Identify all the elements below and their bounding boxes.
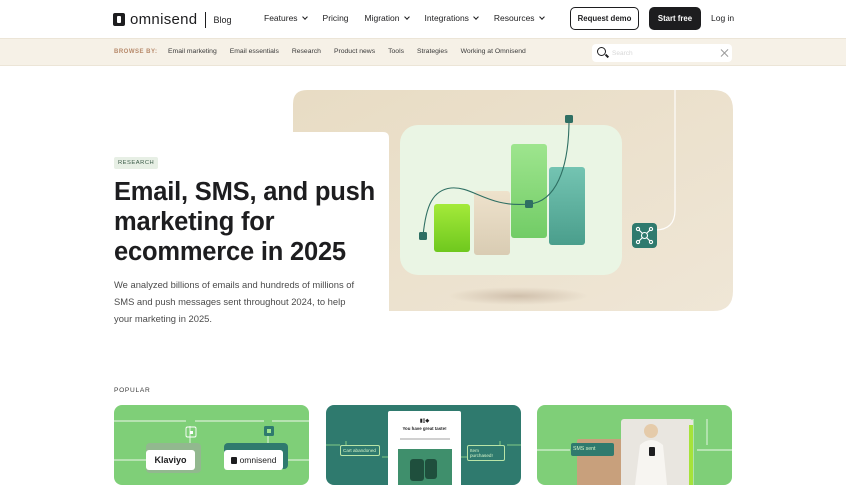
- logo[interactable]: omnisend Blog: [113, 11, 231, 28]
- nav-resources[interactable]: Resources: [493, 13, 545, 23]
- browse-bar: BROWSE BY: Email marketing Email essenti…: [0, 38, 846, 66]
- nav-pricing[interactable]: Pricing: [323, 13, 349, 23]
- search-input[interactable]: [612, 47, 712, 59]
- browse-link-product-news[interactable]: Product news: [334, 48, 375, 55]
- svg-text:▮▯◆: ▮▯◆: [420, 418, 430, 424]
- omnisend-badge: omnisend: [224, 450, 283, 470]
- nav-label: Features: [264, 13, 298, 23]
- omnisend-logo-icon: [113, 13, 125, 26]
- search-box: [592, 44, 732, 62]
- browse-links: Email marketing Email essentials Researc…: [168, 48, 539, 55]
- nav-label: Migration: [364, 13, 400, 23]
- browse-link-email-marketing[interactable]: Email marketing: [168, 48, 217, 55]
- nav-label: Integrations: [424, 13, 469, 23]
- hero-illustration: [293, 90, 733, 311]
- main-nav: Features Pricing Migration Integrations …: [264, 13, 560, 23]
- popular-card-3[interactable]: SMS sent: [537, 405, 732, 485]
- browse-link-email-essentials[interactable]: Email essentials: [230, 48, 279, 55]
- chevron-down-icon: [403, 13, 410, 20]
- chevron-down-icon: [538, 13, 545, 20]
- item-purchased-label: Item purchased!: [467, 445, 505, 461]
- omnisend-logo-icon: [230, 456, 237, 464]
- login-link[interactable]: Log in: [711, 13, 734, 23]
- browse-link-research[interactable]: Research: [292, 48, 321, 55]
- bar-lime: [434, 204, 470, 252]
- start-free-button[interactable]: Start free: [649, 7, 701, 30]
- browse-link-strategies[interactable]: Strategies: [417, 48, 448, 55]
- category-tag[interactable]: RESEARCH: [114, 157, 159, 169]
- klaviyo-badge: Klaviyo: [146, 450, 195, 470]
- card-connector-lines: [114, 420, 309, 473]
- nav-integrations[interactable]: Integrations: [424, 13, 479, 23]
- nav-label: Pricing: [322, 13, 349, 23]
- omnisend-badge-label: omnisend: [239, 455, 277, 465]
- bar-teal: [549, 167, 585, 245]
- notice-title: You have great taste!: [402, 426, 447, 431]
- card-connector-lines: [537, 419, 732, 485]
- network-node-icon: [632, 223, 657, 248]
- chevron-down-icon: [301, 13, 308, 20]
- bar-green: [511, 144, 547, 238]
- sms-sent-chip: SMS sent: [573, 446, 596, 452]
- nav-label: Resources: [493, 13, 535, 23]
- close-icon[interactable]: [721, 48, 729, 57]
- chevron-down-icon: [473, 13, 479, 20]
- browse-label: BROWSE BY:: [114, 49, 158, 55]
- browse-link-working-at-omnisend[interactable]: Working at Omnisend: [461, 48, 526, 55]
- nav-migration[interactable]: Migration: [364, 13, 410, 23]
- search-icon[interactable]: [597, 47, 606, 56]
- request-demo-button[interactable]: Request demo: [570, 7, 639, 30]
- brand-name: omnisend: [130, 11, 198, 28]
- popular-card-1[interactable]: Klaviyo omnisend: [114, 405, 309, 485]
- nav-features[interactable]: Features: [264, 13, 308, 23]
- site-header: omnisend Blog Features Pricing Migration…: [0, 0, 846, 38]
- blog-label[interactable]: Blog: [213, 15, 231, 25]
- logo-divider: [205, 11, 207, 28]
- browse-link-tools[interactable]: Tools: [388, 48, 404, 55]
- popular-card-2[interactable]: ▮▯◆ You have great taste! Cart abandoned…: [326, 405, 521, 485]
- cart-abandoned-label: Cart abandoned: [340, 445, 380, 456]
- popular-heading: POPULAR: [114, 387, 151, 394]
